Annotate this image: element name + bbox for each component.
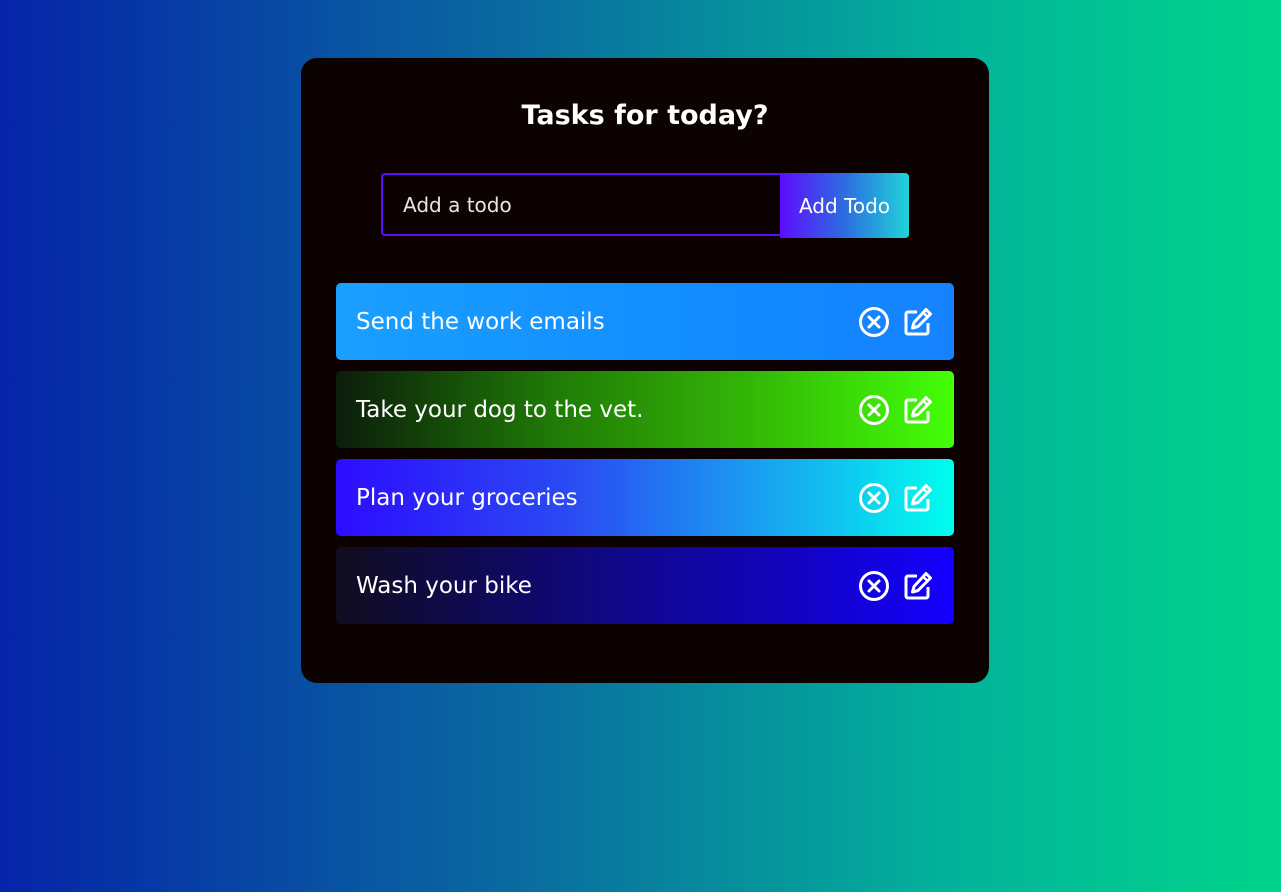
add-todo-button[interactable]: Add Todo [780, 173, 909, 238]
todo-input[interactable] [381, 173, 780, 236]
close-circle-icon[interactable] [858, 482, 890, 514]
close-circle-icon[interactable] [858, 570, 890, 602]
todo-list: Send the work emails Take your dog to th… [336, 283, 954, 635]
todo-item[interactable]: Send the work emails [336, 283, 954, 360]
edit-icon[interactable] [902, 570, 934, 602]
todo-item-text[interactable]: Wash your bike [356, 573, 532, 599]
todo-item-text[interactable]: Plan your groceries [356, 485, 578, 511]
todo-item-text[interactable]: Take your dog to the vet. [356, 397, 643, 423]
todo-form: Add Todo [381, 173, 909, 238]
edit-icon[interactable] [902, 394, 934, 426]
close-circle-icon[interactable] [858, 394, 890, 426]
page-title: Tasks for today? [521, 100, 769, 131]
todo-item-text[interactable]: Send the work emails [356, 309, 605, 335]
todo-item-actions [858, 306, 934, 338]
todo-item-actions [858, 570, 934, 602]
todo-item[interactable]: Take your dog to the vet. [336, 371, 954, 448]
todo-item[interactable]: Wash your bike [336, 547, 954, 624]
close-circle-icon[interactable] [858, 306, 890, 338]
edit-icon[interactable] [902, 482, 934, 514]
todo-item-actions [858, 394, 934, 426]
todo-item-actions [858, 482, 934, 514]
edit-icon[interactable] [902, 306, 934, 338]
todo-app: Tasks for today? Add Todo Send the work … [301, 58, 989, 683]
todo-item[interactable]: Plan your groceries [336, 459, 954, 536]
